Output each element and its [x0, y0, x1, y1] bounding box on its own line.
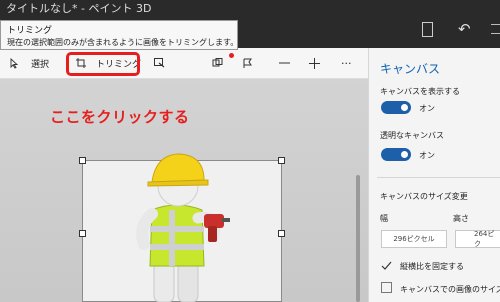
toolbar: 選択 トリミング ··· [0, 48, 368, 79]
transparent-canvas-state: オン [419, 151, 435, 160]
selection-handle[interactable] [278, 230, 285, 237]
minus-icon [279, 62, 290, 64]
lock-aspect-label: 縦横比を固定する [400, 262, 464, 271]
checkmark-icon[interactable] [381, 260, 392, 271]
magic-select-icon [154, 58, 165, 68]
show-canvas-toggle[interactable] [381, 101, 411, 114]
vertical-scrollbar[interactable] [356, 175, 360, 302]
plus-icon [309, 57, 320, 69]
tooltip-description: 現在の選択範囲のみが含まれるように画像をトリミングします。 [7, 38, 239, 47]
3d-view-button[interactable] [212, 48, 223, 78]
transparent-canvas-label: 透明なキャンバス [380, 131, 444, 140]
show-canvas-label: キャンバスを表示する [380, 87, 460, 96]
width-field[interactable]: 296ピクセル [381, 230, 447, 248]
flag-icon [243, 58, 252, 68]
crop-tooltip: トリミング 現在の選択範囲のみが含まれるように画像をトリミングします。 [0, 20, 238, 50]
selection-handle[interactable] [278, 157, 285, 164]
divider [377, 177, 500, 178]
resize-image-checkbox[interactable] [381, 282, 392, 293]
canvas-panel: キャンバス キャンバスを表示する オン 透明なキャンバス オン キャンバスのサイ… [368, 48, 500, 302]
tooltip-title: トリミング [7, 26, 53, 36]
height-field[interactable]: 264ピク [455, 230, 500, 248]
select-label: 選択 [31, 59, 50, 70]
panel-title: キャンバス [380, 62, 441, 76]
transparent-canvas-toggle[interactable] [381, 148, 411, 161]
selection-handle[interactable] [79, 157, 86, 164]
notification-dot [229, 53, 234, 58]
window-title: タイトルなし* - ペイント 3D [6, 2, 152, 15]
magic-select-button[interactable] [154, 48, 165, 78]
instruction-text: ここをクリックする [50, 108, 190, 126]
worker-figure-image [136, 153, 230, 302]
more-label: ··· [341, 56, 352, 70]
undo-icon[interactable]: ↶ [458, 20, 471, 38]
selection-handle[interactable] [79, 230, 86, 237]
resize-heading: キャンバスのサイズ変更 [380, 192, 468, 201]
cursor-icon [10, 57, 19, 69]
zoom-out-button[interactable] [279, 48, 290, 78]
flag-button[interactable] [243, 48, 253, 78]
resize-image-label: キャンバスでの画像のサイズ変更 [400, 285, 500, 294]
paste-icon[interactable] [422, 22, 433, 37]
3d-view-icon [212, 58, 223, 67]
height-label: 高さ [453, 214, 469, 223]
crop-highlight-box [66, 52, 140, 76]
menu-icon[interactable] [491, 24, 500, 34]
more-button[interactable]: ··· [341, 48, 352, 78]
select-button[interactable]: 選択 [10, 48, 49, 78]
zoom-in-button[interactable] [309, 48, 320, 78]
width-label: 幅 [380, 214, 388, 223]
show-canvas-state: オン [419, 104, 435, 113]
